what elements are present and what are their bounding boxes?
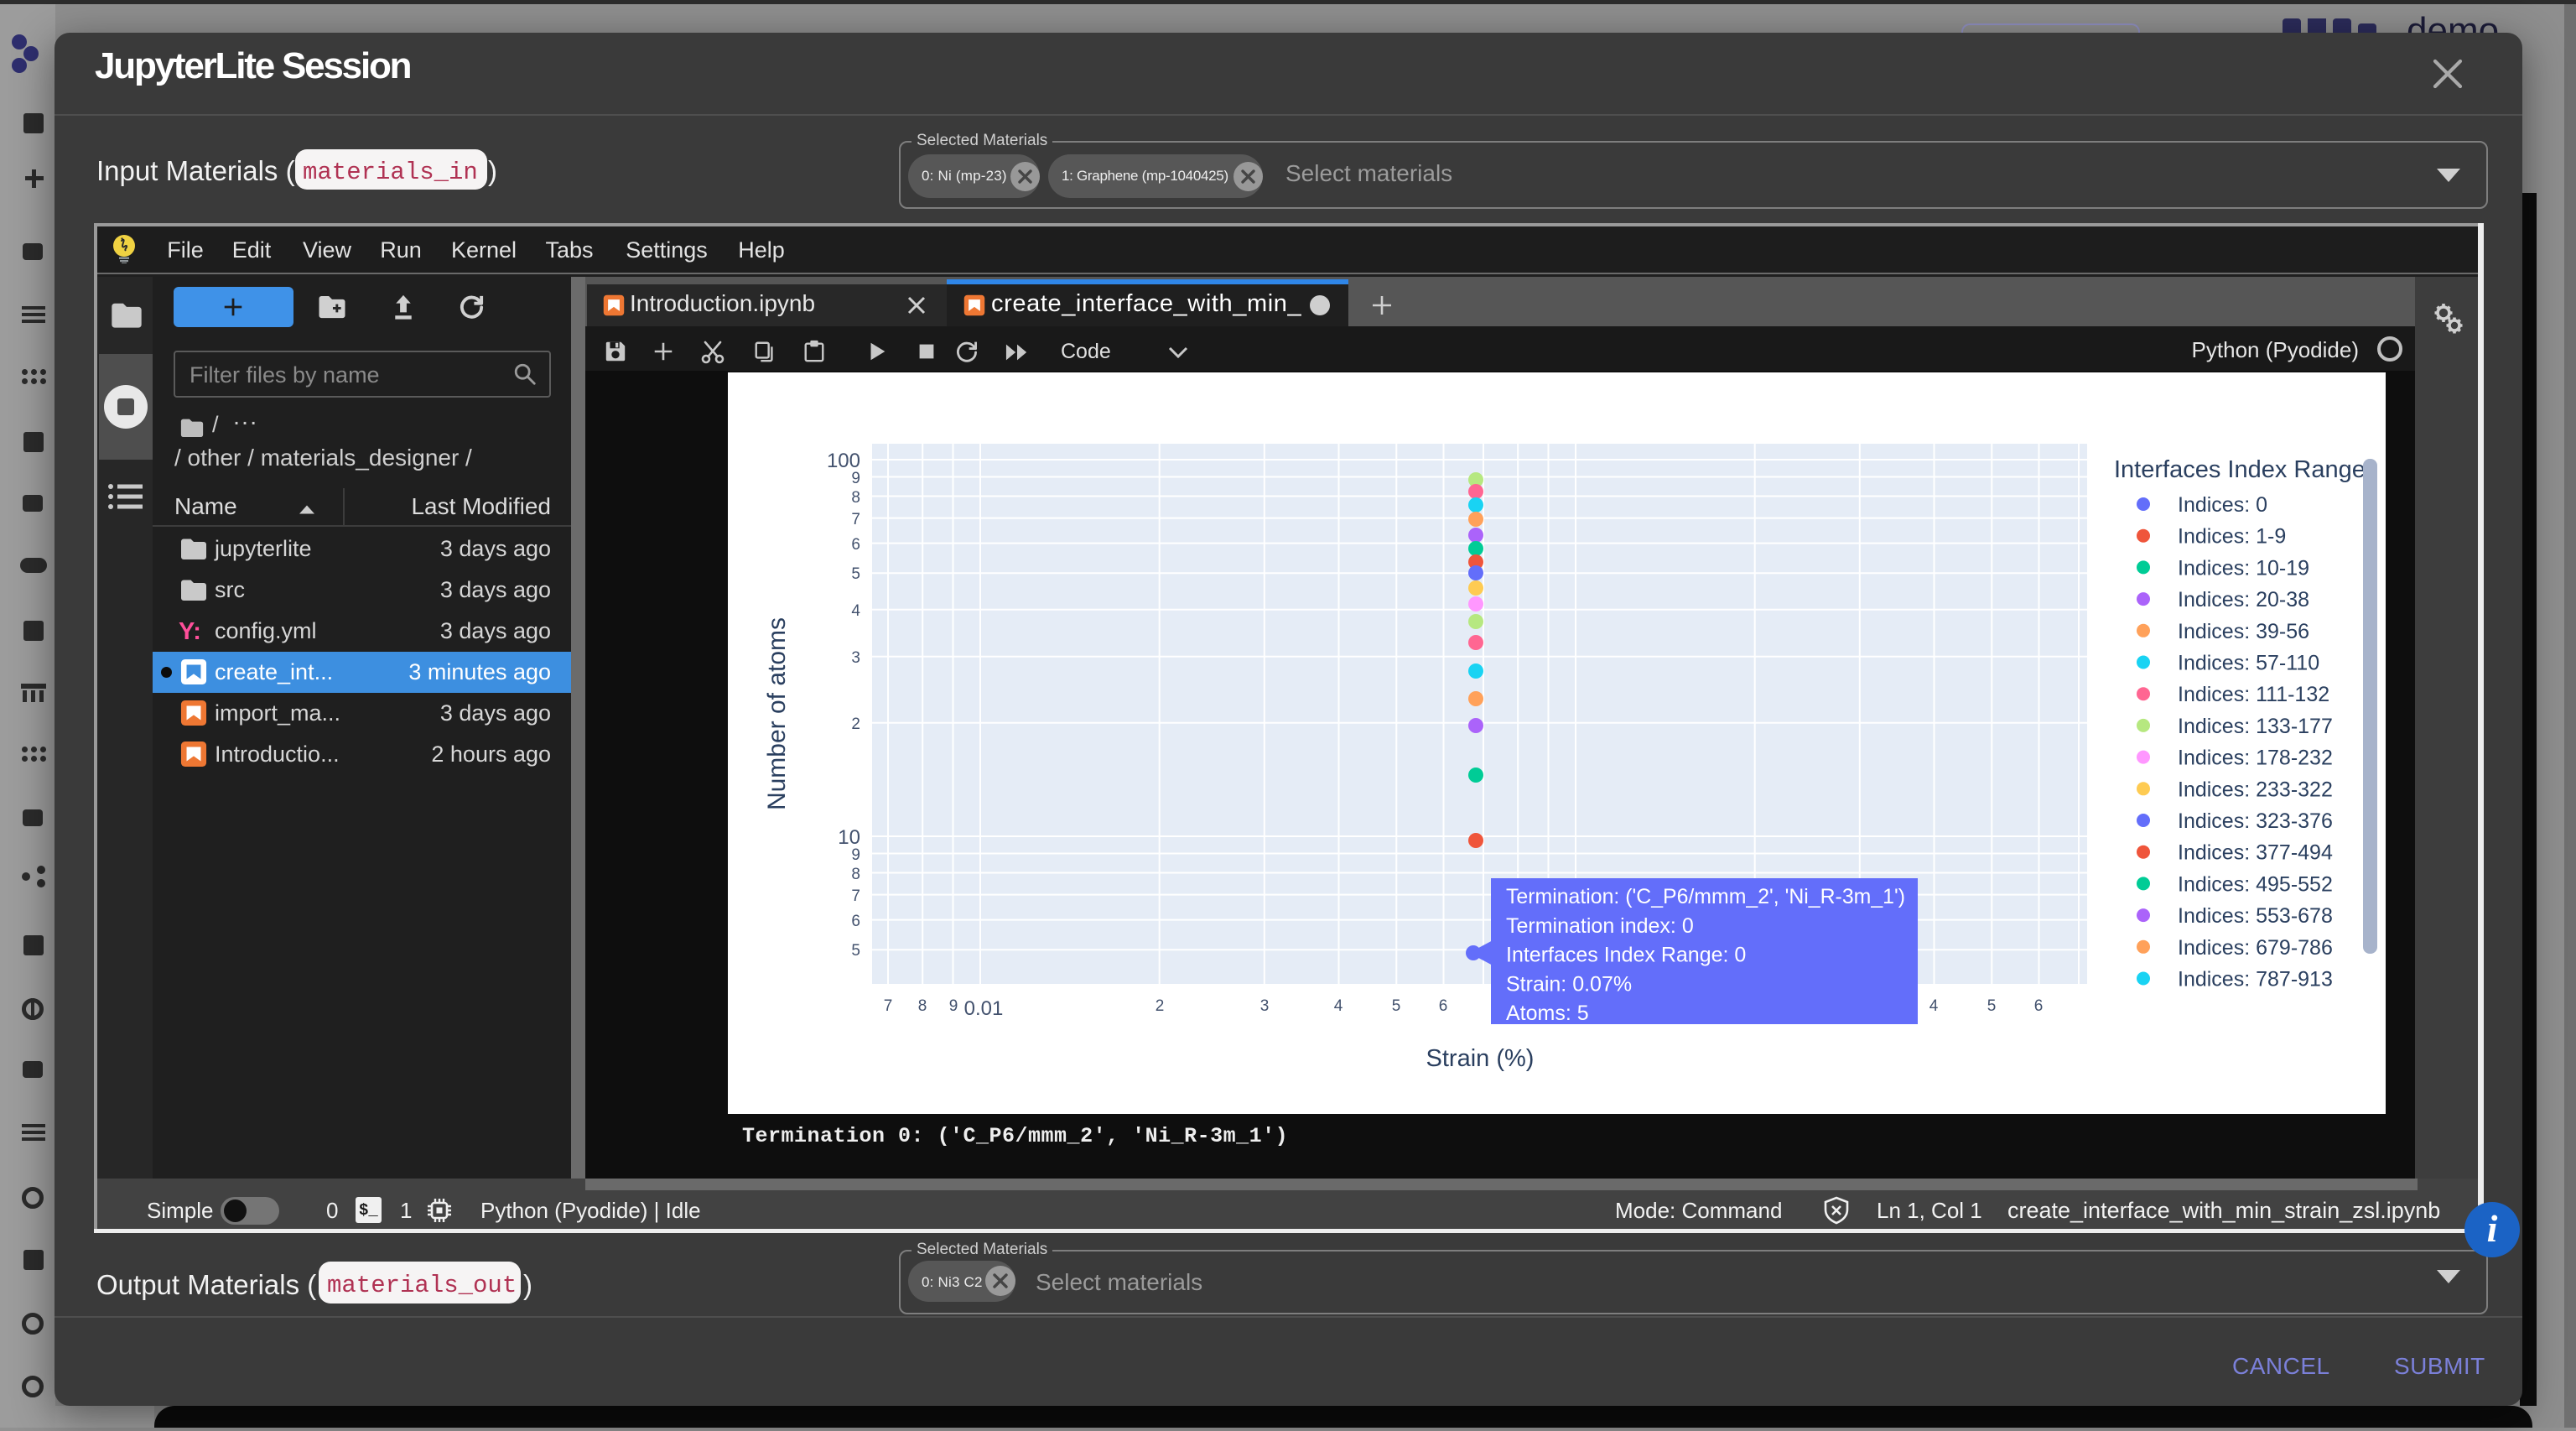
svg-text:6: 6 [851,536,860,554]
svg-text:Indices: 178-232: Indices: 178-232 [2178,747,2333,770]
svg-text:100: 100 [827,450,860,472]
svg-text:5: 5 [851,942,860,960]
svg-text:Indices: 323-376: Indices: 323-376 [2178,809,2333,833]
svg-text:9: 9 [949,997,958,1015]
svg-text:Indices: 57-110: Indices: 57-110 [2178,652,2319,675]
svg-text:5: 5 [851,565,860,583]
svg-text:7: 7 [851,511,860,528]
svg-text:9: 9 [851,846,860,864]
svg-text:0.01: 0.01 [964,997,1004,1020]
svg-text:Number of atoms: Number of atoms [763,617,791,810]
svg-text:8: 8 [851,489,860,507]
svg-text:Indices: 553-678: Indices: 553-678 [2178,904,2333,928]
svg-text:Termination index: 0: Termination index: 0 [1506,914,1694,938]
svg-text:3: 3 [851,649,860,667]
svg-text:Indices: 1-9: Indices: 1-9 [2178,525,2286,549]
svg-text:Indices: 20-38: Indices: 20-38 [2178,588,2309,611]
svg-text:8: 8 [851,866,860,883]
svg-text:Indices: 10-19: Indices: 10-19 [2178,556,2309,580]
svg-text:Interfaces Index Range: Interfaces Index Range [2114,456,2366,483]
svg-text:Indices: 133-177: Indices: 133-177 [2178,715,2333,738]
svg-text:Indices: 679-786: Indices: 679-786 [2178,936,2333,960]
svg-text:5: 5 [1987,997,1997,1015]
svg-text:Indices: 111-132: Indices: 111-132 [2178,683,2329,706]
svg-text:9: 9 [851,470,860,487]
svg-text:7: 7 [884,997,893,1015]
svg-text:8: 8 [918,997,927,1015]
svg-text:10: 10 [838,826,860,849]
svg-text:Indices: 39-56: Indices: 39-56 [2178,620,2309,643]
svg-text:3: 3 [1260,997,1270,1015]
svg-text:Atoms: 5: Atoms: 5 [1506,1002,1589,1025]
svg-text:5: 5 [1392,997,1401,1015]
svg-text:6: 6 [1439,997,1448,1015]
svg-text:Termination: ('C_P6/mmm_2', 'N: Termination: ('C_P6/mmm_2', 'Ni_R-3m_1') [1506,885,1905,908]
svg-text:4: 4 [851,602,860,620]
svg-text:4: 4 [1334,997,1343,1015]
svg-text:Indices: 233-322: Indices: 233-322 [2178,778,2333,801]
svg-text:Interfaces Index Range: 0: Interfaces Index Range: 0 [1506,944,1746,967]
svg-text:Indices: 495-552: Indices: 495-552 [2178,872,2333,896]
svg-text:2: 2 [1156,997,1165,1015]
svg-text:Indices: 787-913: Indices: 787-913 [2178,968,2333,991]
svg-text:7: 7 [851,887,860,905]
svg-text:6: 6 [851,913,860,930]
svg-text:Strain (%): Strain (%) [1426,1045,1535,1072]
svg-text:4: 4 [1929,997,1939,1015]
svg-text:Strain: 0.07%: Strain: 0.07% [1506,972,1632,996]
svg-text:2: 2 [851,716,860,733]
svg-text:Indices: 377-494: Indices: 377-494 [2178,841,2333,865]
svg-text:6: 6 [2034,997,2044,1015]
svg-text:Indices: 0: Indices: 0 [2178,493,2267,517]
